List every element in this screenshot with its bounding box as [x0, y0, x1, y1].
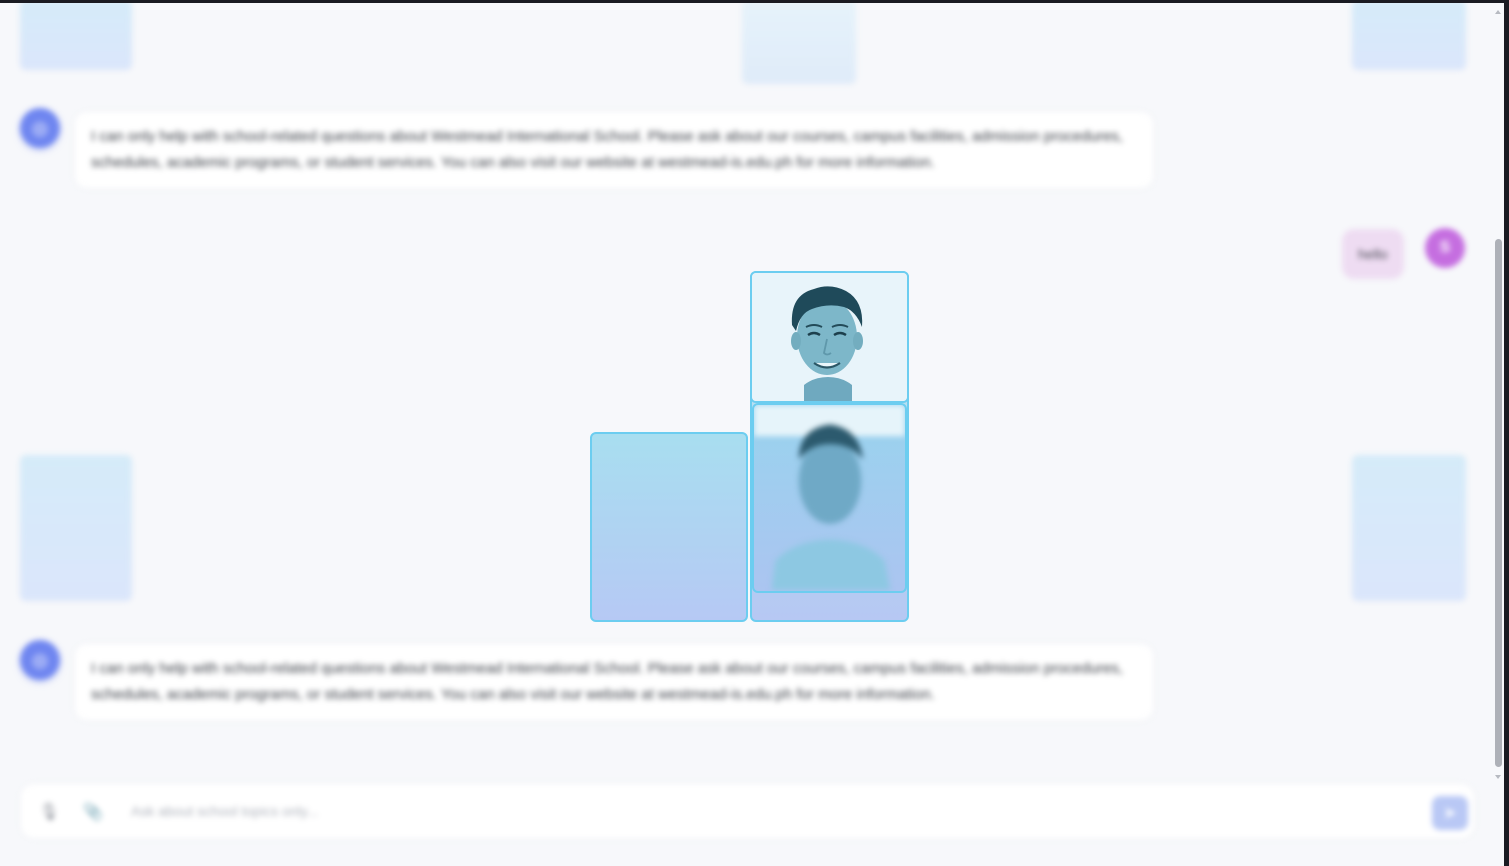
student-photo[interactable]: [750, 271, 909, 403]
image-drop-overlay: [0, 3, 1504, 866]
drop-slot[interactable]: [590, 432, 748, 622]
person-portrait-ghost: [754, 405, 905, 591]
person-portrait: [752, 273, 907, 401]
chat-window: ◎ I can only help with school-related qu…: [0, 3, 1504, 866]
dragged-photo-ghost[interactable]: [752, 403, 907, 593]
